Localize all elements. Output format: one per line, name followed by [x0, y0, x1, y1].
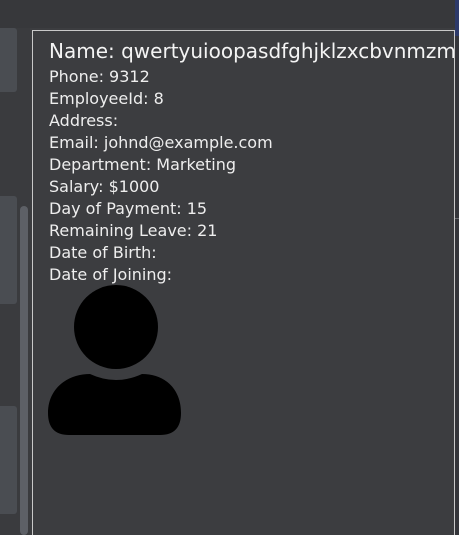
field-label: Day of Payment:	[49, 199, 187, 218]
employee-fields: Phone: 9312 EmployeeId: 8 Address: Email…	[49, 66, 273, 286]
adjacent-accent	[455, 0, 459, 36]
phone-field: Phone: 9312	[49, 66, 273, 88]
day-of-payment-field: Day of Payment: 15	[49, 198, 273, 220]
field-value: 9312	[109, 67, 150, 86]
field-value: $1000	[108, 177, 160, 196]
employee-name: Name: qwertyuioopasdfghjklzxcbvnmzmzxcvb…	[49, 38, 455, 64]
field-value: johnd@example.com	[103, 133, 273, 152]
email-field: Email: johnd@example.com	[49, 132, 273, 154]
avatar-body	[48, 374, 181, 435]
field-value: 15	[186, 199, 208, 218]
field-value: 21	[197, 221, 218, 240]
field-label: Date of Birth:	[49, 243, 157, 262]
remaining-leave-field: Remaining Leave: 21	[49, 220, 273, 242]
list-item[interactable]	[0, 28, 17, 92]
field-value: Marketing	[156, 155, 237, 174]
app-window: Name: qwertyuioopasdfghjklzxcbvnmzmzxcvb…	[0, 0, 459, 535]
avatar-head	[74, 285, 158, 369]
field-label: Department:	[49, 155, 157, 174]
list-item[interactable]	[0, 406, 17, 514]
field-label: Remaining Leave:	[49, 221, 198, 240]
field-label: Salary:	[49, 177, 109, 196]
name-value: qwertyuioopasdfghjklzxcbvnmzmzxcvbnmasdf…	[121, 39, 455, 63]
salary-field: Salary: $1000	[49, 176, 273, 198]
scrollbar-thumb[interactable]	[20, 206, 28, 535]
employee-detail-card: Name: qwertyuioopasdfghjklzxcbvnmzmzxcvb…	[32, 30, 455, 535]
field-label: Date of Joining:	[49, 265, 173, 284]
list-item[interactable]	[0, 196, 17, 304]
department-field: Department: Marketing	[49, 154, 273, 176]
date-of-birth-field: Date of Birth:	[49, 242, 273, 264]
field-label: Email:	[49, 133, 104, 152]
name-label: Name:	[49, 39, 122, 63]
adjacent-divider	[455, 218, 459, 219]
employee-list-pane	[0, 28, 30, 535]
address-field: Address:	[49, 110, 273, 132]
top-bar	[0, 0, 459, 28]
field-label: Address:	[49, 111, 119, 130]
field-value: 8	[153, 89, 164, 108]
date-of-joining-field: Date of Joining:	[49, 264, 273, 286]
adjacent-window-edge	[455, 0, 459, 535]
field-label: Phone:	[49, 67, 110, 86]
user-silhouette-icon	[48, 285, 181, 435]
field-label: EmployeeId:	[49, 89, 154, 108]
employee-id-field: EmployeeId: 8	[49, 88, 273, 110]
